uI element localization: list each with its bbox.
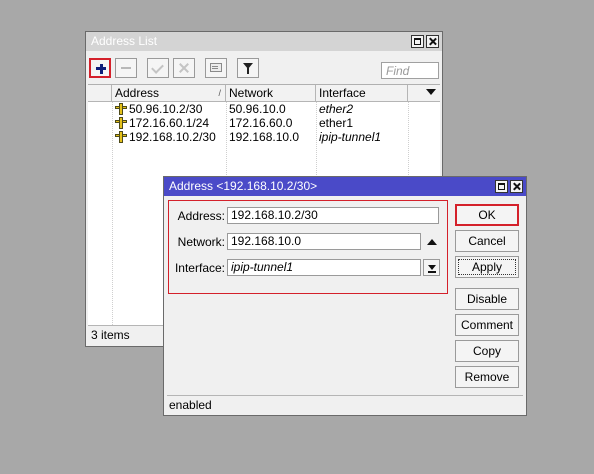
apply-button[interactable]: Apply [455,256,519,278]
filter-button[interactable] [237,58,259,78]
copy-button[interactable]: Copy [455,340,519,362]
maximize-icon[interactable] [495,180,508,193]
add-button[interactable] [89,58,111,78]
network-field[interactable]: 192.168.10.0 [227,233,421,250]
network-cell: 172.16.60.0 [229,116,293,130]
disable-button[interactable]: Disable [455,288,519,310]
close-icon[interactable] [510,180,523,193]
disable-button[interactable] [173,58,195,78]
remove-button[interactable]: Remove [455,366,519,388]
column-header-address[interactable]: Address / [112,85,226,101]
network-cell: 50.96.10.0 [229,102,286,116]
interface-cell: ipip-tunnel1 [319,130,382,144]
column-divider [112,102,113,325]
table-row[interactable]: 172.16.60.1/24 172.16.60.0 ether1 [88,116,440,130]
dialog-status: enabled [167,395,523,414]
comment-button[interactable] [205,58,227,78]
address-form: Address: 192.168.10.2/30 Network: 192.16… [168,200,448,294]
enable-button[interactable] [147,58,169,78]
interface-label: Interface: [174,261,225,275]
ok-button[interactable]: OK [455,204,519,226]
maximize-icon[interactable] [411,35,424,48]
address-cell: 192.168.10.2/30 [129,130,216,144]
address-list-titlebar[interactable]: Address List [86,32,442,51]
address-dialog-title: Address <192.168.10.2/30> [169,179,318,193]
collapse-arrow-icon[interactable] [427,239,437,245]
network-cell: 192.168.10.0 [229,130,300,144]
find-input[interactable] [381,62,439,79]
interface-cell: ether1 [319,116,354,130]
column-header-network[interactable]: Network [226,85,316,101]
comment-button[interactable]: Comment [455,314,519,336]
interface-select[interactable]: ipip-tunnel1 [227,259,421,276]
address-cell: 50.96.10.2/30 [129,102,203,116]
address-field[interactable]: 192.168.10.2/30 [227,207,439,224]
table-header: Address / Network Interface [88,85,440,102]
table-row[interactable]: 192.168.10.2/30 192.168.10.0 ipip-tunnel… [88,130,440,144]
network-label: Network: [177,235,225,249]
address-cell: 172.16.60.1/24 [129,116,210,130]
address-label: Address: [177,209,225,223]
interface-cell: ether2 [319,102,354,116]
sort-indicator-icon: / [218,88,221,98]
table-row[interactable]: 50.96.10.2/30 50.96.10.0 ether2 [88,102,440,116]
header-spacer [88,85,112,101]
column-menu-icon[interactable] [426,89,436,95]
cancel-button[interactable]: Cancel [455,230,519,252]
remove-button[interactable] [115,58,137,78]
column-header-interface[interactable]: Interface [316,85,408,101]
address-dialog-titlebar[interactable]: Address <192.168.10.2/30> [164,177,526,196]
address-edit-dialog: Address <192.168.10.2/30> Address: 192.1… [163,176,527,416]
dropdown-icon[interactable] [423,259,440,276]
close-icon[interactable] [426,35,439,48]
address-list-title: Address List [91,34,158,48]
